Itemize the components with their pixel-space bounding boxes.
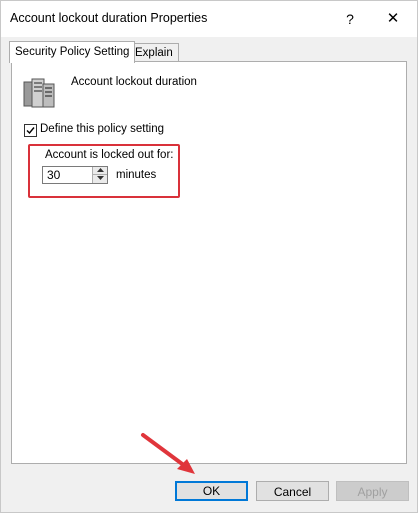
close-button[interactable]: ✕ xyxy=(375,5,411,33)
tab-explain[interactable]: Explain xyxy=(129,43,179,62)
lockout-duration-value[interactable]: 30 xyxy=(47,168,60,182)
spin-up-button[interactable] xyxy=(92,167,107,175)
arrow-up-icon xyxy=(97,168,104,172)
tab-security-policy-setting[interactable]: Security Policy Setting xyxy=(9,41,136,63)
title-bar: Account lockout duration Properties ? ✕ xyxy=(1,1,417,37)
window-title: Account lockout duration Properties xyxy=(10,11,208,25)
policy-name: Account lockout duration xyxy=(71,76,197,88)
red-arrow-annotation xyxy=(141,433,195,474)
server-policy-icon xyxy=(23,76,57,110)
tab-panel: Account lockout duration Define this pol… xyxy=(11,61,407,464)
checkmark-icon xyxy=(26,127,35,135)
define-policy-label[interactable]: Define this policy setting xyxy=(40,123,164,135)
spin-down-button[interactable] xyxy=(92,175,107,183)
apply-button[interactable]: Apply xyxy=(336,481,409,501)
cancel-button[interactable]: Cancel xyxy=(256,481,329,501)
properties-dialog: Account lockout duration Properties ? ✕ … xyxy=(0,0,418,513)
define-policy-checkbox[interactable] xyxy=(24,124,37,137)
duration-unit-label: minutes xyxy=(116,169,157,181)
help-button[interactable]: ? xyxy=(339,7,361,31)
lockout-duration-spinner[interactable]: 30 xyxy=(42,166,108,184)
ok-button[interactable]: OK xyxy=(175,481,248,501)
lockout-group-label: Account is locked out for: xyxy=(45,149,174,161)
arrow-down-icon xyxy=(97,176,104,180)
